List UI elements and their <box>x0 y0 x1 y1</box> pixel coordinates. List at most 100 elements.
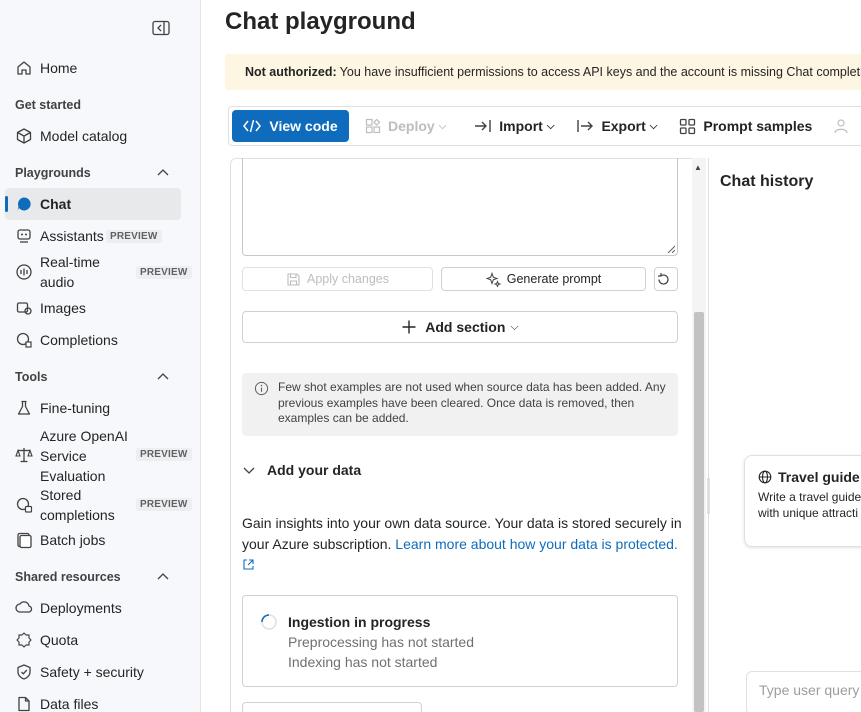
sidebar-item-label: Fine-tuning <box>40 400 111 416</box>
export-icon <box>577 120 594 132</box>
warning-title: Not authorized: <box>245 65 337 79</box>
sidebar-item-label: Home <box>40 60 78 76</box>
assistants-icon <box>15 227 33 245</box>
sidebar-item-label: Stored completions <box>40 487 115 523</box>
chevron-up-icon <box>157 373 169 380</box>
user-query-input[interactable]: Type user query <box>746 671 861 712</box>
flask-icon <box>15 399 33 417</box>
chat-icon <box>15 195 33 213</box>
section-playgrounds[interactable]: Playgrounds <box>15 163 170 183</box>
add-section-button[interactable]: Add section ⌵ <box>242 311 678 343</box>
import-icon <box>475 120 491 132</box>
preview-badge: PREVIEW <box>136 448 192 461</box>
sidebar-item-quota[interactable]: Quota <box>5 624 181 656</box>
batch-icon <box>15 531 33 549</box>
reset-icon <box>657 272 669 285</box>
cube-icon <box>15 127 33 145</box>
sidebar-item-fine-tuning[interactable]: Fine-tuning <box>5 392 181 424</box>
images-icon <box>15 299 33 317</box>
spinner-icon <box>261 614 277 630</box>
chevron-up-icon <box>157 573 169 580</box>
panel-resize-handle[interactable] <box>707 478 710 514</box>
preview-badge: PREVIEW <box>136 266 192 279</box>
sidebar-item-images[interactable]: Images <box>5 292 181 324</box>
deployments-icon <box>15 599 33 617</box>
plus-icon <box>402 320 416 334</box>
chevron-down-icon: ⌵ <box>510 320 519 333</box>
preview-badge: PREVIEW <box>106 230 162 243</box>
sidebar-item-home[interactable]: Home <box>5 52 181 84</box>
chevron-up-icon <box>157 169 169 176</box>
ingestion-title: Ingestion in progress <box>288 614 431 630</box>
warning-banner: Not authorized: You have insufficient pe… <box>225 54 861 90</box>
scale-icon <box>15 446 33 464</box>
info-icon <box>254 381 269 396</box>
deploy-button[interactable]: Deploy ⌵ <box>365 118 446 134</box>
grid-icon <box>680 118 696 134</box>
collapse-sidebar-icon[interactable] <box>152 20 170 36</box>
indexing-status: Indexing has not started <box>288 654 438 670</box>
section-tools[interactable]: Tools <box>15 367 170 387</box>
prompt-card-description: Write a travel guide with unique attract… <box>758 490 861 520</box>
scroll-up-icon[interactable]: ▲ <box>694 163 702 172</box>
globe-icon <box>758 470 772 484</box>
sidebar-item-completions[interactable]: Completions <box>5 324 181 356</box>
sidebar-item-model-catalog[interactable]: Model catalog <box>5 120 181 152</box>
prompt-samples-button[interactable]: Prompt samples <box>679 118 812 135</box>
page-title: Chat playground <box>225 8 416 35</box>
ingestion-status: Ingestion in progress Preprocessing has … <box>242 595 678 687</box>
export-button[interactable]: Export ⌵ <box>576 118 657 134</box>
shield-icon <box>15 663 33 681</box>
file-icon <box>15 695 33 712</box>
sidebar-item-label: Images <box>40 300 86 316</box>
add-data-description: Gain insights into your own data source.… <box>242 515 682 552</box>
few-shot-info: Few shot examples are not used when sour… <box>242 373 678 436</box>
stored-icon <box>15 496 33 514</box>
external-link-icon[interactable] <box>242 558 255 571</box>
sidebar-item-label: Azure OpenAI Service Evaluation <box>40 428 128 484</box>
sidebar-item-deployments[interactable]: Deployments <box>5 592 181 624</box>
sidebar-item-label: Quota <box>40 632 79 648</box>
sidebar: Home Get started Model catalog Playgroun… <box>0 0 201 712</box>
learn-more-link[interactable]: Learn more about how your data is protec… <box>395 536 678 552</box>
sidebar-item-chat[interactable]: Chat <box>5 188 181 220</box>
warning-text: You have insufficient permissions to acc… <box>339 65 861 79</box>
chevron-down-icon: ⌵ <box>546 120 555 132</box>
generate-prompt-button[interactable]: Generate prompt <box>441 267 646 291</box>
sidebar-item-label: Completions <box>40 332 118 348</box>
add-your-data-toggle[interactable]: Add your data <box>242 462 361 478</box>
sidebar-item-safety[interactable]: Safety + security <box>5 656 181 688</box>
import-button[interactable]: Import ⌵ <box>474 118 554 134</box>
add-data-source-button[interactable] <box>242 702 422 712</box>
section-shared-resources[interactable]: Shared resources <box>15 567 170 587</box>
prompt-card-travel-guide[interactable]: Travel guide Write a travel guide with u… <box>744 455 861 547</box>
completions-icon <box>15 331 33 349</box>
toolbar: View code Deploy ⌵ Import ⌵ Export ⌵ Prompt… <box>228 106 861 146</box>
save-icon <box>287 272 300 286</box>
chat-history-title: Chat history <box>720 173 814 190</box>
chevron-down-icon <box>243 467 255 474</box>
apply-changes-button[interactable]: Apply changes <box>242 267 433 291</box>
sidebar-item-label: Real-time audio <box>40 254 100 290</box>
sidebar-item-label: Deployments <box>40 600 122 616</box>
sidebar-item-label: Batch jobs <box>40 532 106 548</box>
resize-handle-icon[interactable] <box>667 245 675 253</box>
chevron-down-icon: ⌵ <box>649 120 658 132</box>
chevron-down-icon: ⌵ <box>438 120 447 132</box>
deploy-icon <box>365 118 381 134</box>
preprocessing-status: Preprocessing has not started <box>288 634 474 650</box>
view-code-button[interactable]: View code <box>232 110 349 142</box>
sidebar-item-label: Safety + security <box>40 664 144 680</box>
chat-panel <box>708 158 861 712</box>
system-message-input[interactable] <box>242 158 678 256</box>
sidebar-item-data-files[interactable]: Data files <box>5 688 181 712</box>
reset-button[interactable] <box>654 267 678 291</box>
sparkle-icon <box>485 271 501 287</box>
home-icon <box>15 59 33 77</box>
preview-badge: PREVIEW <box>136 498 192 511</box>
scrollbar-thumb[interactable] <box>694 312 704 712</box>
audio-icon <box>15 263 33 281</box>
section-get-started: Get started <box>15 98 81 112</box>
sidebar-item-batch-jobs[interactable]: Batch jobs <box>5 524 181 556</box>
person-icon[interactable] <box>834 118 855 134</box>
